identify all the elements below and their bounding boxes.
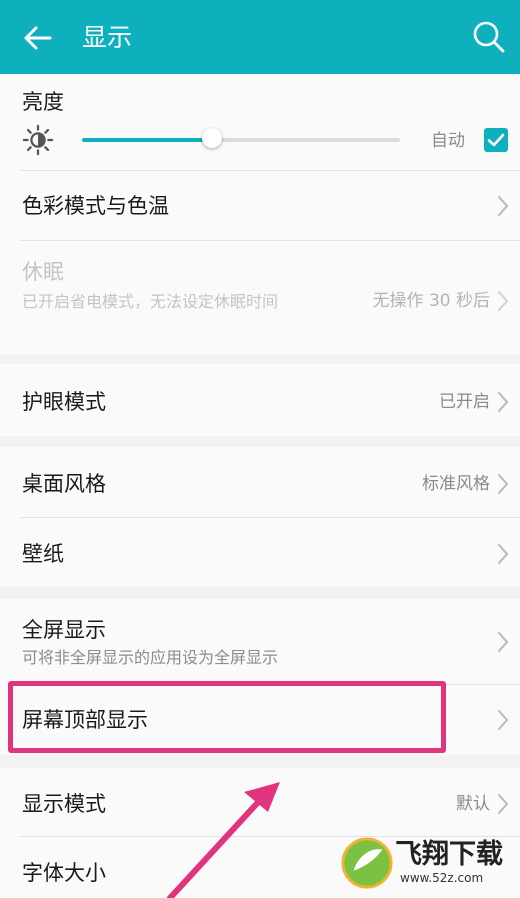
sleep-title: 休眠: [22, 260, 64, 284]
chevron-right-icon: [498, 474, 508, 494]
watermark-url: www.52z.com: [400, 871, 484, 885]
brightness-slider[interactable]: [82, 128, 400, 148]
watermark-brand: 飞翔下载: [395, 839, 503, 870]
checkmark-icon: [487, 133, 505, 147]
home-style-title: 桌面风格: [22, 472, 106, 496]
display-group-1: 亮度 自动 色彩模式与色温 休眠 已开启省电模式，无法设定休眠时间 无操作 30…: [0, 74, 520, 354]
full-screen-subtitle: 可将非全屏显示的应用设为全屏显示: [22, 648, 279, 667]
color-mode-row[interactable]: 色彩模式与色温: [0, 171, 520, 241]
brightness-slider-fill: [82, 138, 213, 142]
sleep-value: 无操作 30 秒后: [372, 291, 490, 311]
chevron-right-icon: [498, 632, 508, 652]
wallpaper-title: 壁纸: [22, 542, 64, 566]
brightness-label: 亮度: [22, 90, 64, 114]
color-mode-title: 色彩模式与色温: [22, 194, 169, 218]
wallpaper-row[interactable]: 壁纸: [0, 518, 520, 587]
eye-comfort-row[interactable]: 护眼模式 已开启: [0, 364, 520, 436]
font-size-title: 字体大小: [22, 861, 106, 885]
display-mode-title: 显示模式: [22, 792, 106, 816]
auto-brightness-checkbox[interactable]: [484, 128, 508, 152]
chevron-right-icon: [498, 392, 508, 412]
watermark: 飞翔下载 www.52z.com: [340, 836, 515, 892]
chevron-right-icon: [498, 544, 508, 564]
page-title: 显示: [82, 23, 133, 52]
highlight-box: [8, 681, 446, 753]
chevron-right-icon: [498, 710, 508, 730]
home-style-row[interactable]: 桌面风格 标准风格: [0, 447, 520, 517]
full-screen-title: 全屏显示: [22, 618, 106, 642]
eye-comfort-value: 已开启: [439, 392, 490, 412]
chevron-right-icon: [498, 291, 508, 311]
full-screen-row[interactable]: 全屏显示 可将非全屏显示的应用设为全屏显示: [0, 599, 520, 684]
brightness-slider-thumb[interactable]: [202, 128, 223, 148]
back-arrow-icon[interactable]: [20, 20, 56, 56]
watermark-logo: [341, 837, 393, 889]
display-mode-row[interactable]: 显示模式 默认: [0, 768, 520, 836]
chevron-right-icon: [498, 196, 508, 216]
display-group-3: 桌面风格 标准风格 壁纸: [0, 447, 520, 587]
sleep-row[interactable]: 休眠 已开启省电模式，无法设定休眠时间 无操作 30 秒后: [0, 241, 520, 354]
display-mode-value: 默认: [456, 794, 490, 814]
chevron-right-icon: [498, 794, 508, 814]
sleep-subtitle: 已开启省电模式，无法设定休眠时间: [22, 292, 279, 311]
brightness-icon: [22, 124, 54, 156]
home-style-value: 标准风格: [422, 474, 490, 494]
auto-brightness-label: 自动: [431, 131, 465, 151]
search-icon[interactable]: [472, 20, 506, 54]
top-app-bar: 显示: [0, 0, 520, 74]
eye-comfort-title: 护眼模式: [22, 390, 106, 414]
